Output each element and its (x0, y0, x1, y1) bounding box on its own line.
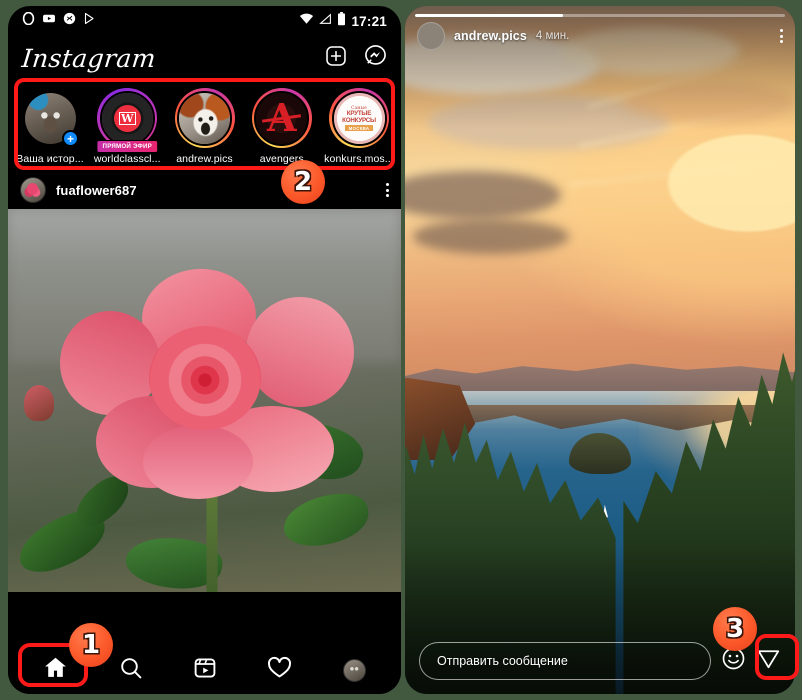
status-bar-clock: 17:21 (351, 13, 387, 29)
avengers-avatar (256, 92, 308, 144)
send-message-input[interactable]: Отправить сообщение (419, 642, 711, 680)
status-bar: 17:21 (8, 6, 401, 36)
post-image-pink-rose[interactable] (8, 209, 401, 592)
konkurs-avatar: Самые КРУТЫЕ КОНКУРСЫ МОСКВА (333, 92, 385, 144)
story-ring: + (20, 88, 80, 148)
right-phone-instagram-story: andrew.pics 4 мин. Отправить сообщение (405, 6, 795, 694)
wifi-icon (299, 12, 314, 30)
live-badge: ПРЯМОЙ ЭФИР (96, 140, 158, 153)
rose-center (148, 325, 261, 430)
battery-icon (337, 11, 346, 31)
story-timestamp: 4 мин. (535, 30, 570, 42)
status-bar-app-icons (22, 11, 95, 30)
story-header: andrew.pics 4 мин. (405, 22, 795, 50)
konkurs-line4: МОСКВА (344, 125, 374, 131)
story-ring (251, 88, 312, 148)
youtube-icon (42, 12, 56, 30)
step-badge-3: 3 (713, 607, 757, 651)
story-ring: W ПРЯМОЙ ЭФИР (96, 88, 158, 153)
opera-icon (22, 11, 35, 30)
story-avatar: Самые КРУТЫЕ КОНКУРСЫ МОСКВА (331, 90, 387, 146)
story-item-avengers[interactable]: avengers (246, 88, 318, 165)
more-options-icon[interactable] (780, 29, 783, 43)
instagram-header: Instagram (8, 36, 401, 80)
story-item-worldclassclub[interactable]: W ПРЯМОЙ ЭФИР worldclasscl... (91, 88, 163, 165)
heart-icon[interactable] (267, 655, 292, 685)
w-logo-avatar: W (101, 92, 153, 144)
story-label: Ваша истор... (16, 153, 84, 165)
story-label: andrew.pics (176, 153, 233, 165)
signal-icon (319, 12, 332, 30)
header-actions (325, 44, 387, 72)
shazam-icon (63, 12, 76, 30)
story-progress-bar (415, 14, 785, 17)
rose-flower (60, 260, 354, 499)
instagram-logo: Instagram (20, 43, 158, 73)
story-item-your-story[interactable]: + Ваша истор... (14, 88, 86, 165)
story-author-username[interactable]: andrew.pics (454, 29, 527, 43)
home-nav-button[interactable] (43, 655, 68, 685)
story-label: worldclasscl... (93, 153, 161, 165)
stories-row[interactable]: + Ваша истор... W ПРЯМОЙ ЭФИР worldclass… (8, 80, 401, 171)
story-avatar (254, 90, 310, 146)
story-label: konkurs.mos... (324, 153, 394, 165)
add-story-plus-icon[interactable]: + (62, 130, 79, 147)
story-avatar (177, 90, 232, 146)
story-ring: Самые КРУТЫЕ КОНКУРСЫ МОСКВА (329, 88, 389, 148)
story-item-konkurs-mos[interactable]: Самые КРУТЫЕ КОНКУРСЫ МОСКВА konkurs.mos… (323, 88, 395, 165)
screenshot-root: 17:21 Instagram + Ваша истор... W ПРЯМОЙ… (0, 0, 802, 700)
search-icon[interactable] (119, 656, 143, 685)
step-badge-2: 2 (281, 160, 325, 204)
story-ring (174, 88, 235, 148)
story-viewer[interactable]: andrew.pics 4 мин. Отправить сообщение (405, 6, 795, 694)
konkurs-line2: КРУТЫЕ (346, 110, 372, 117)
more-options-icon[interactable] (386, 183, 389, 197)
story-author-avatar[interactable] (417, 22, 445, 50)
status-bar-system-icons: 17:21 (299, 11, 387, 31)
post-header: fuaflower687 (8, 171, 401, 209)
send-paperplane-icon[interactable] (756, 646, 781, 676)
post-author-avatar[interactable] (20, 177, 46, 203)
story-item-andrew-pics[interactable]: andrew.pics (169, 88, 241, 165)
cloud (412, 219, 569, 254)
leaf-bud (23, 385, 54, 422)
bottom-navigation-bar[interactable] (8, 646, 401, 694)
reels-icon[interactable] (193, 656, 217, 685)
play-store-icon (83, 12, 95, 30)
messenger-icon[interactable] (364, 44, 387, 72)
story-photo-sunset-lake (405, 6, 795, 694)
post-author-username[interactable]: fuaflower687 (56, 183, 137, 198)
profile-avatar-icon[interactable] (342, 658, 366, 682)
red-panda-avatar (179, 92, 230, 144)
rose-stem (206, 492, 218, 592)
leaf (279, 489, 373, 552)
konkurs-line3: КОНКУРСЫ (342, 117, 376, 124)
story-progress-fill (415, 14, 563, 17)
story-avatar: W (99, 90, 155, 146)
new-post-button[interactable] (325, 45, 347, 72)
step-badge-1: 1 (69, 623, 113, 667)
left-phone-instagram-feed: 17:21 Instagram + Ваша истор... W ПРЯМОЙ… (8, 6, 401, 694)
